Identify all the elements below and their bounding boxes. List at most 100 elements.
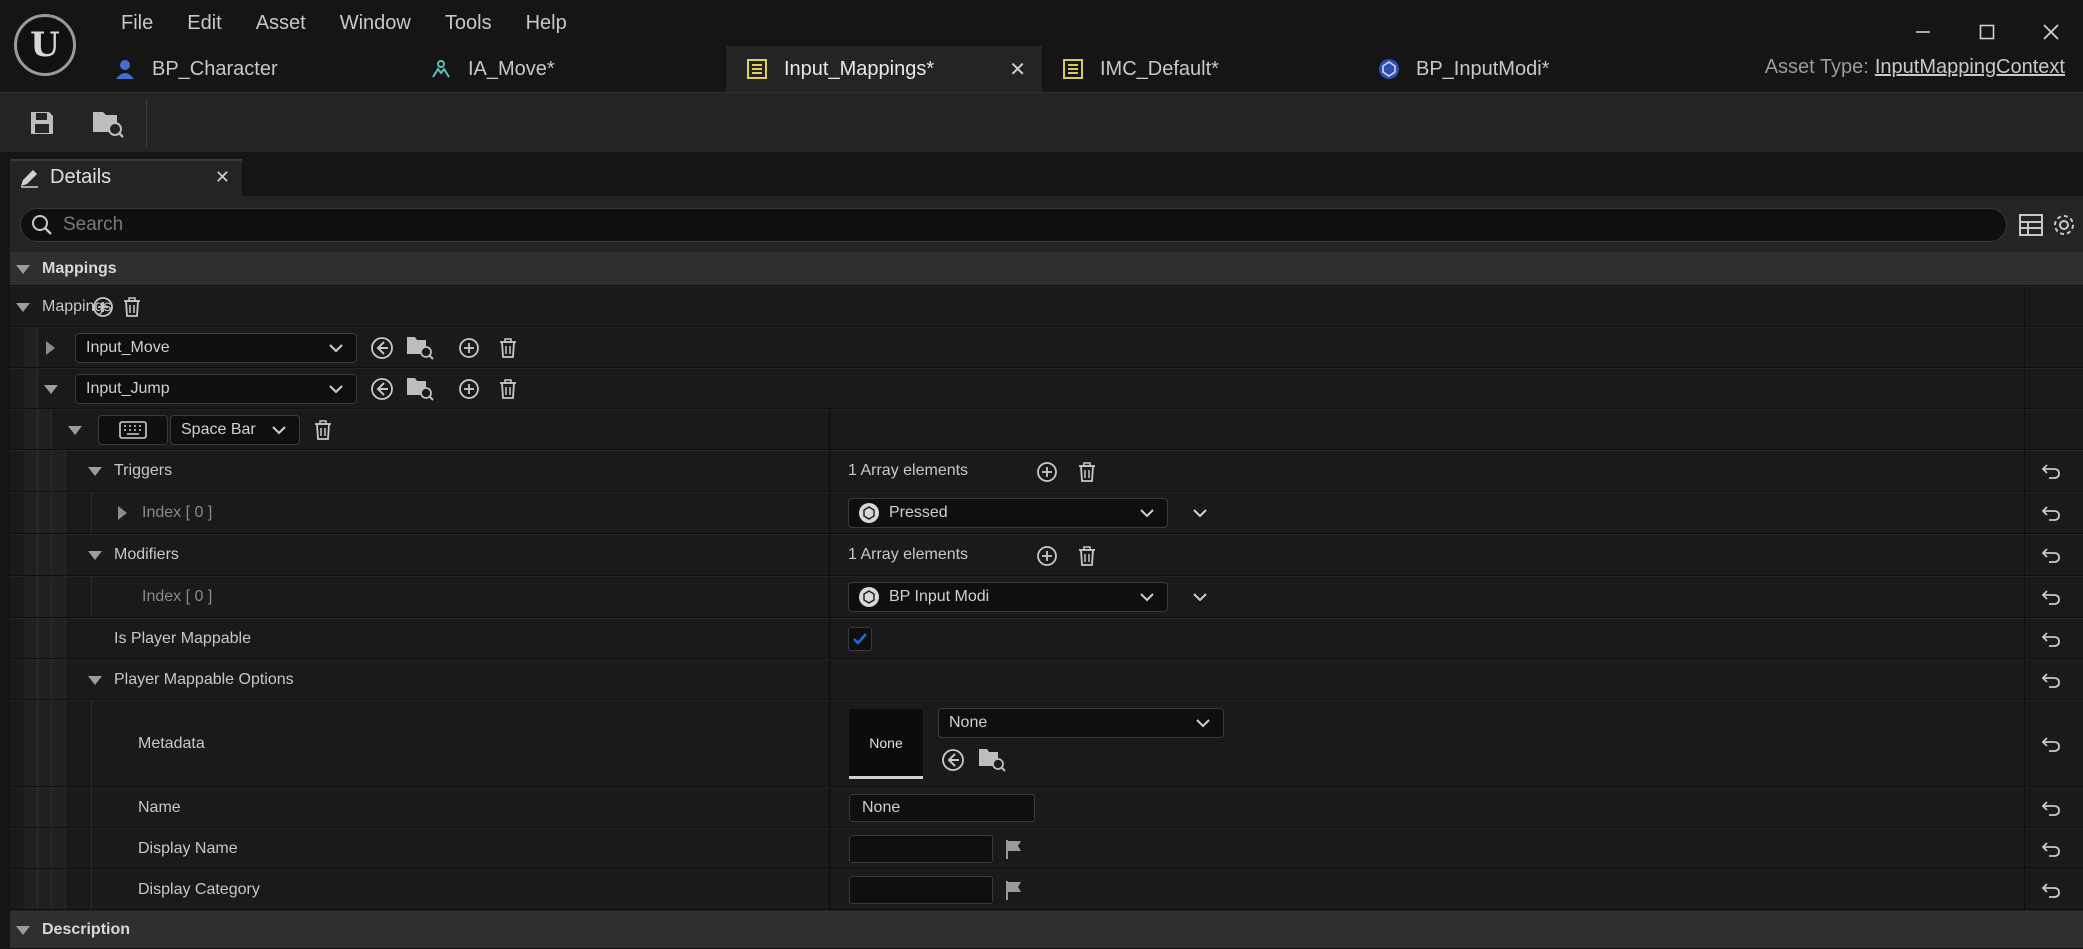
delete-mapping-button[interactable] (494, 334, 522, 362)
delete-all-button[interactable] (118, 293, 146, 321)
tab-ia-move[interactable]: IA_Move* (410, 46, 726, 92)
delete-modifiers-button[interactable] (1073, 542, 1101, 570)
reset-to-default-button[interactable] (2040, 669, 2062, 691)
expand-arrow-icon[interactable] (16, 265, 30, 274)
reset-to-default-button[interactable] (2040, 797, 2062, 819)
expand-arrow-icon[interactable] (88, 676, 102, 685)
menu-asset[interactable]: Asset (239, 10, 323, 37)
trash-icon (1079, 546, 1095, 566)
browse-asset-button[interactable] (406, 374, 434, 402)
expand-arrow-icon[interactable] (88, 467, 102, 476)
category-mappings[interactable]: Mappings (10, 252, 2083, 286)
close-details-icon[interactable]: ✕ (215, 167, 230, 188)
details-panel: Mappings Mappings Input_Move (10, 196, 2083, 949)
localization-flag-button[interactable] (1000, 876, 1028, 904)
keyboard-icon (119, 421, 147, 439)
menu-file[interactable]: File (104, 10, 170, 37)
display-category-field[interactable] (849, 876, 993, 904)
tab-bp-inputmodi[interactable]: BP_InputModi* (1358, 46, 1674, 92)
category-description[interactable]: Description (10, 911, 2083, 949)
column-divider (2024, 328, 2025, 367)
delete-triggers-button[interactable] (1073, 458, 1101, 486)
tab-bp-character[interactable]: BP_Character (94, 46, 410, 92)
indent-bar (24, 328, 38, 367)
localization-flag-button[interactable] (1000, 835, 1028, 863)
menu-help[interactable]: Help (509, 10, 584, 37)
input-action-combo[interactable]: Input_Jump (75, 374, 357, 404)
tab-imc-default[interactable]: IMC_Default* (1042, 46, 1358, 92)
chevron-down-icon (1193, 509, 1207, 518)
category-label: Mappings (42, 260, 117, 277)
trigger-class-combo[interactable]: Pressed (848, 498, 1168, 528)
use-selected-button[interactable] (368, 375, 396, 403)
tab-details[interactable]: Details ✕ (10, 159, 242, 196)
delete-mapping-button[interactable] (494, 375, 522, 403)
browse-asset-button[interactable] (406, 333, 434, 361)
column-divider (2024, 619, 2025, 658)
use-selected-button[interactable] (368, 334, 396, 362)
expand-arrow-icon[interactable] (16, 926, 30, 935)
reset-to-default-button[interactable] (2040, 838, 2062, 860)
unreal-logo-icon[interactable]: U (14, 14, 76, 76)
combo-value: Input_Jump (86, 380, 170, 397)
document-tabs: BP_Character IA_Move* Input_Mappings* ✕ … (94, 46, 1674, 92)
expand-arrow-icon[interactable] (44, 385, 58, 394)
delete-key-button[interactable] (309, 416, 337, 444)
metadata-combo[interactable]: None (938, 708, 1224, 738)
add-key-button[interactable] (455, 334, 483, 362)
add-modifier-button[interactable] (1033, 542, 1061, 570)
toolbar (0, 92, 2083, 152)
column-divider (829, 829, 830, 868)
tab-input-mappings[interactable]: Input_Mappings* ✕ (726, 46, 1042, 92)
reset-to-default-button[interactable] (2040, 502, 2062, 524)
reset-to-default-button[interactable] (2040, 733, 2062, 755)
reset-to-default-button[interactable] (2040, 879, 2062, 901)
key-selector-button[interactable] (98, 415, 168, 445)
expand-arrow-icon[interactable] (16, 303, 30, 312)
search-input[interactable] (63, 214, 1963, 236)
browse-asset-button[interactable] (978, 745, 1006, 773)
save-button[interactable] (22, 103, 62, 143)
minimize-button[interactable] (1891, 12, 1955, 52)
player-mappable-options-label: Player Mappable Options (114, 671, 294, 688)
input-action-combo[interactable]: Input_Move (75, 333, 357, 363)
indent-bar (78, 493, 92, 533)
reset-to-default-button[interactable] (2040, 544, 2062, 566)
name-field[interactable]: None (849, 794, 1035, 822)
indent-bar (24, 788, 38, 827)
close-tab-icon[interactable]: ✕ (1009, 57, 1026, 82)
reset-to-default-button[interactable] (2040, 460, 2062, 482)
metadata-thumbnail[interactable]: None (849, 709, 923, 779)
column-divider (2024, 451, 2025, 491)
is-player-mappable-checkbox[interactable] (848, 627, 872, 651)
menu-window[interactable]: Window (323, 10, 428, 37)
use-selected-button[interactable] (939, 746, 967, 774)
add-mapping-button[interactable] (89, 293, 117, 321)
menu-edit[interactable]: Edit (170, 10, 238, 37)
modifier-class-combo[interactable]: BP Input Modi (848, 582, 1168, 612)
browse-button[interactable] (88, 103, 128, 143)
trigger-options-button[interactable] (1186, 499, 1214, 527)
asset-type-link[interactable]: InputMappingContext (1875, 56, 2065, 78)
mappings-array-row: Mappings (10, 287, 2083, 327)
add-key-button[interactable] (455, 375, 483, 403)
indent-bar (24, 619, 38, 658)
display-name-field[interactable] (849, 835, 993, 863)
reset-to-default-button[interactable] (2040, 628, 2062, 650)
expand-arrow-icon[interactable] (88, 551, 102, 560)
blueprint-icon (1376, 56, 1402, 82)
settings-button[interactable] (2051, 212, 2077, 243)
add-trigger-button[interactable] (1033, 458, 1061, 486)
maximize-button[interactable] (1955, 12, 2019, 52)
close-window-button[interactable] (2019, 12, 2083, 52)
expand-arrow-icon[interactable] (68, 426, 82, 435)
indent-bar (52, 701, 66, 786)
menu-tools[interactable]: Tools (428, 10, 509, 37)
expand-arrow-icon[interactable] (46, 341, 55, 355)
expand-arrow-icon[interactable] (118, 506, 127, 520)
key-combo[interactable]: Space Bar (170, 415, 300, 445)
modifier-options-button[interactable] (1186, 583, 1214, 611)
column-divider (2024, 660, 2025, 699)
view-options-button[interactable] (2019, 214, 2043, 241)
reset-to-default-button[interactable] (2040, 586, 2062, 608)
